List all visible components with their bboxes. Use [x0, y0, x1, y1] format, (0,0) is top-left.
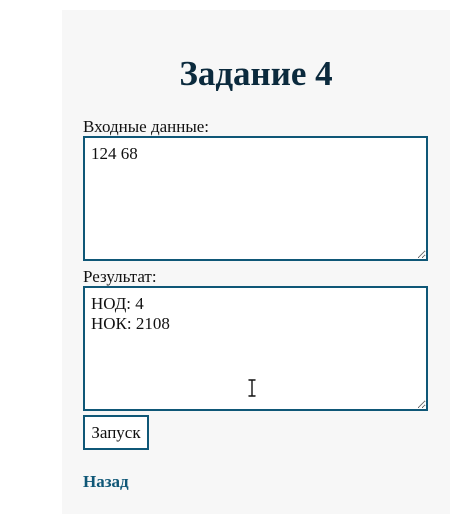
run-button[interactable]: Запуск: [83, 415, 149, 450]
back-link[interactable]: Назад: [83, 472, 129, 492]
page-title: Задание 4: [179, 54, 333, 93]
input-textarea[interactable]: 124 68: [83, 136, 428, 261]
input-label: Входные данные:: [83, 117, 210, 136]
result-label: Результат:: [83, 267, 157, 286]
main-panel: Задание 4 Входные данные: 124 68 Результ…: [62, 10, 450, 514]
result-textarea[interactable]: НОД: 4 НОК: 2108: [83, 286, 428, 411]
